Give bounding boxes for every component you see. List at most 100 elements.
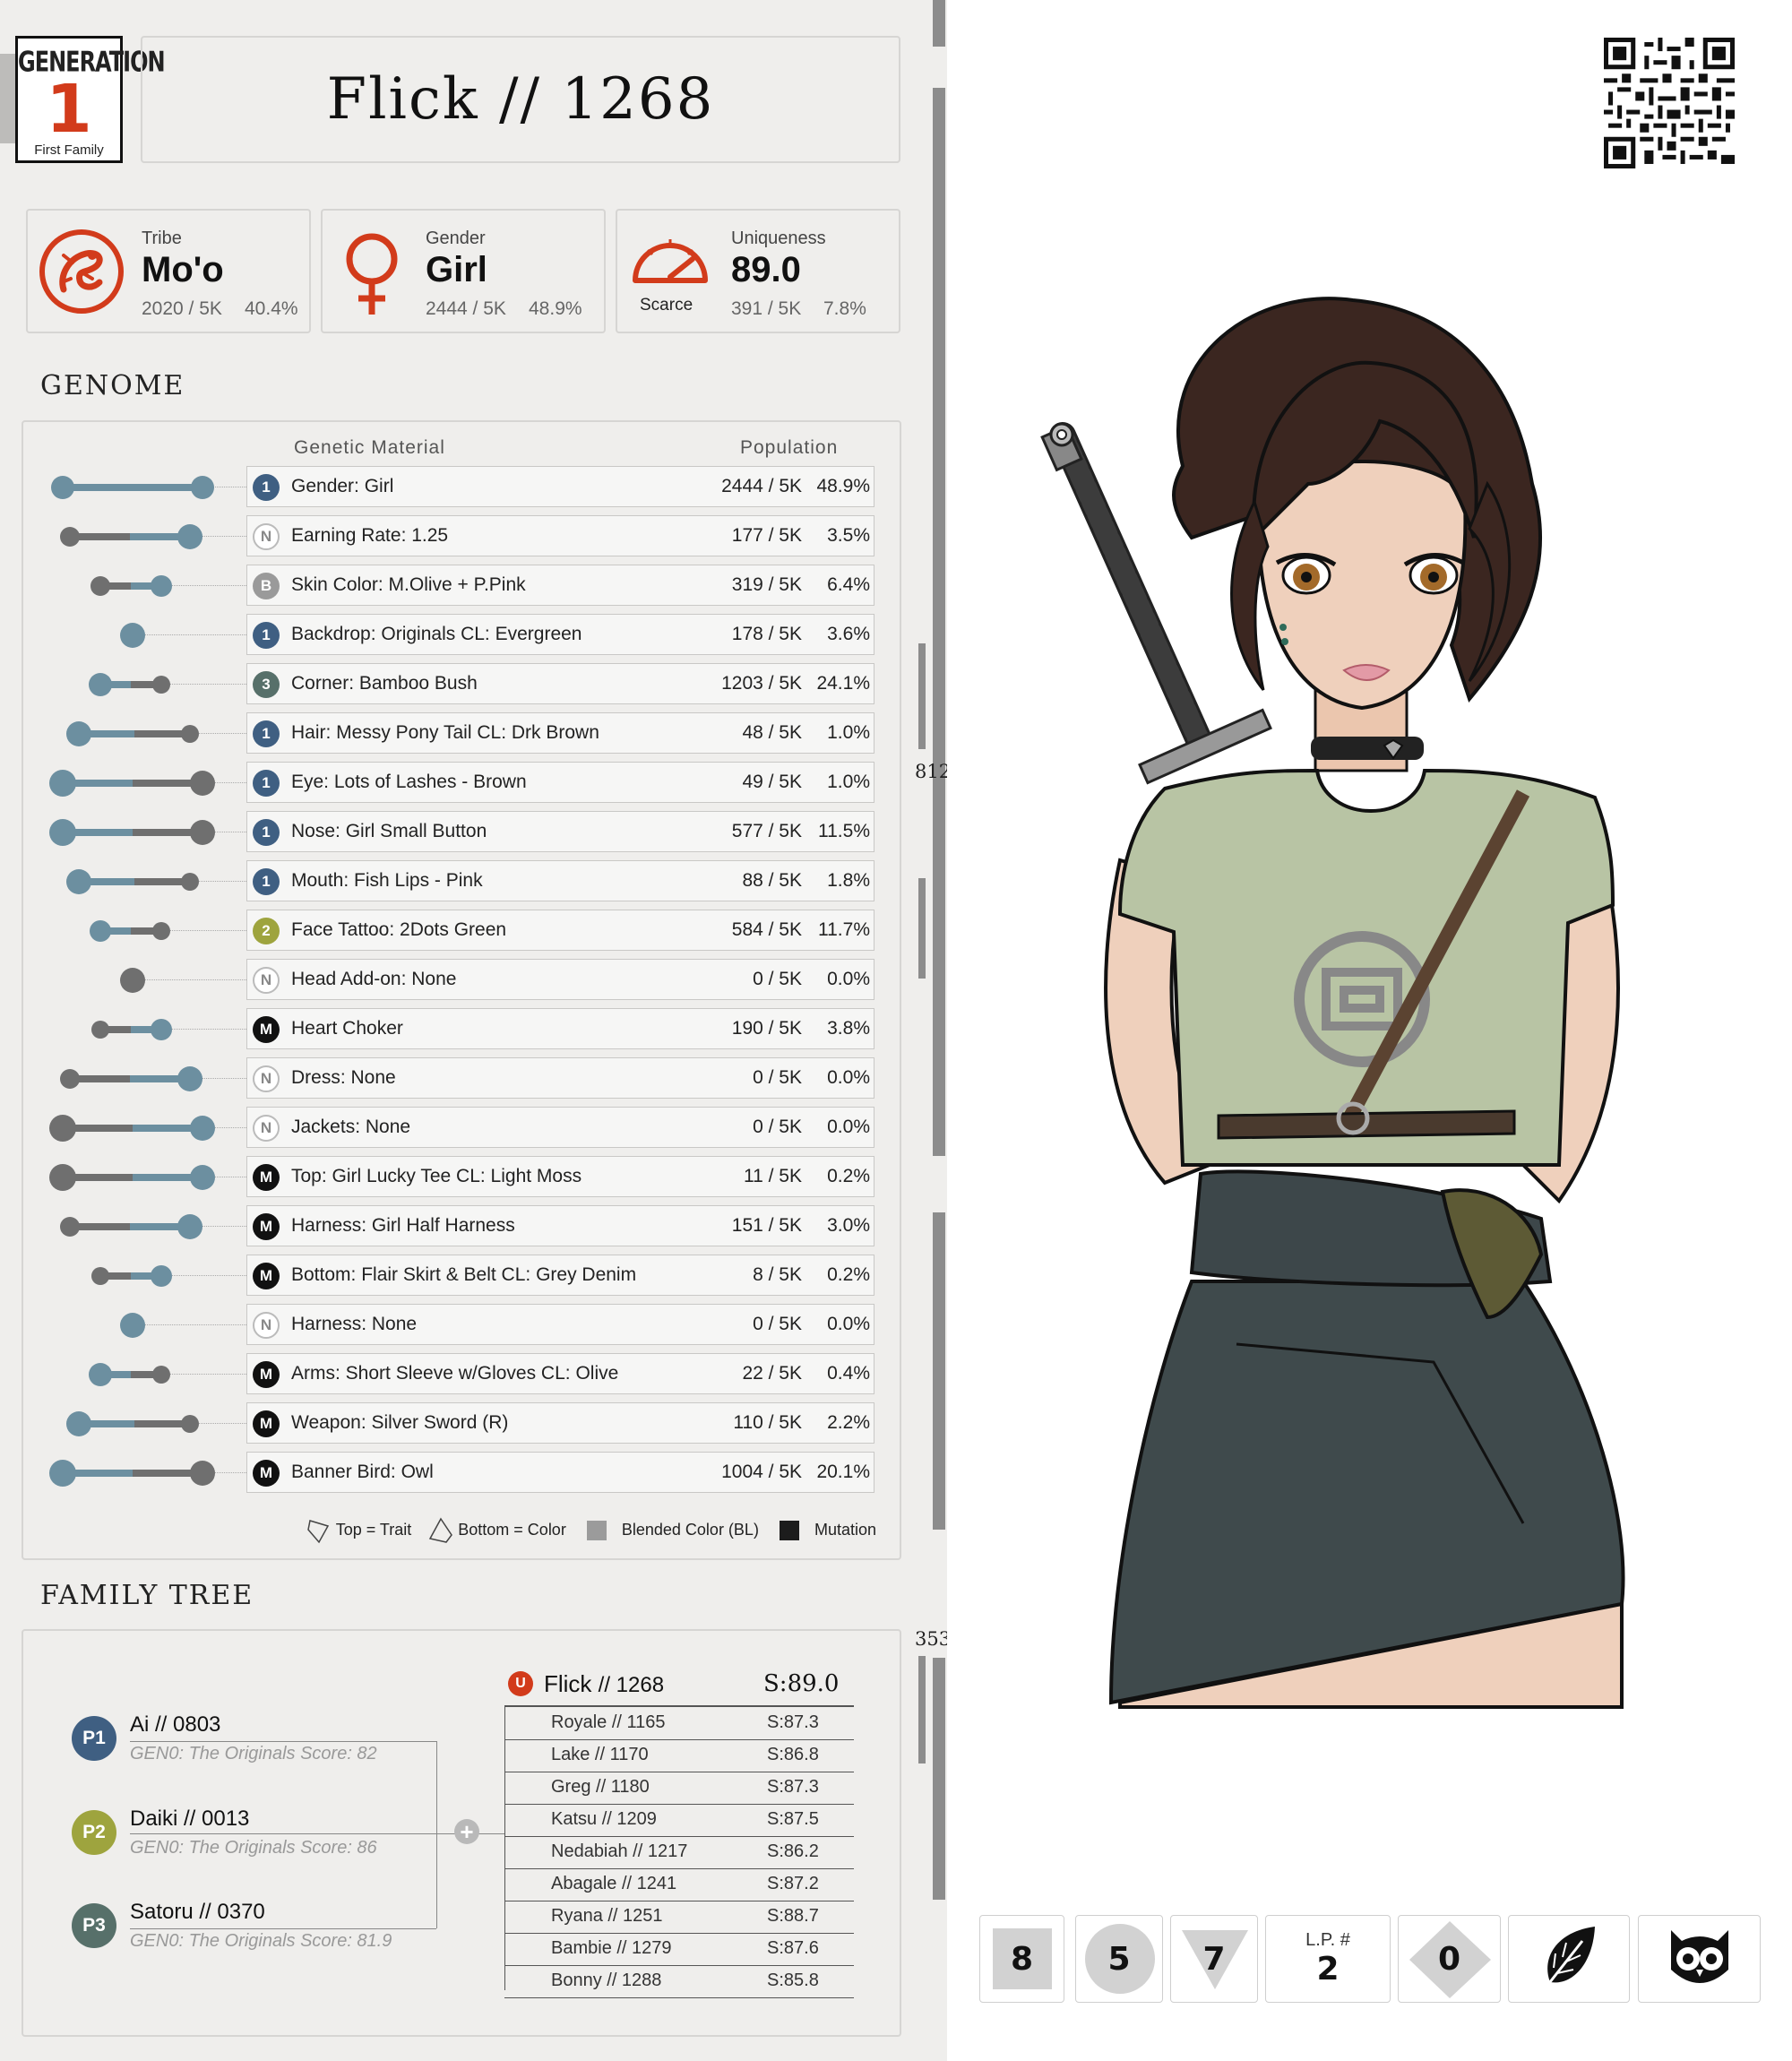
- tree-line: [130, 1741, 436, 1742]
- genome-row[interactable]: M Top: Girl Lucky Tee CL: Light Moss 11 / …: [0, 1156, 947, 1199]
- lp-card[interactable]: L.P. # 2: [1265, 1915, 1391, 2003]
- legend: Top = Trait Bottom = Color Blended Color…: [305, 1517, 876, 1544]
- trait-percent: 3.0%: [827, 1215, 870, 1236]
- genome-row[interactable]: N Earning Rate: 1.25 177 / 5K 3.5%: [0, 515, 947, 558]
- trait-dot: [49, 770, 76, 797]
- diamond-card[interactable]: 0: [1398, 1915, 1501, 2003]
- genome-row[interactable]: M Bottom: Flair Skirt & Belt CL: Grey Den…: [0, 1255, 947, 1298]
- trait-percent: 0.2%: [827, 1166, 870, 1186]
- gender-label: Gender: [426, 229, 486, 248]
- sibling-row[interactable]: Bonny // 1288 S:85.8: [504, 1965, 854, 1998]
- sibling-name: Royale // 1165: [551, 1712, 666, 1732]
- generation-badge-icon: 1: [253, 770, 280, 797]
- parent-2-name[interactable]: Daiki // 0013: [130, 1807, 249, 1832]
- trait-label: Head Add-on: None: [291, 969, 457, 989]
- sibling-row[interactable]: Royale // 1165 S:87.3: [504, 1707, 854, 1740]
- generation-label: GENERATION: [18, 45, 166, 79]
- leaf-icon: [1541, 1927, 1595, 1992]
- self-score: S:89.0: [763, 1670, 840, 1697]
- gender-count: 2444 / 5K: [426, 298, 506, 319]
- genome-row[interactable]: 1 Eye: Lots of Lashes - Brown 49 / 5K 1.0%: [0, 762, 947, 805]
- genome-row[interactable]: 2 Face Tattoo: 2Dots Green 584 / 5K 11.7%: [0, 910, 947, 953]
- sibling-name: Ryana // 1251: [551, 1906, 663, 1926]
- diamond-value: 0: [1437, 1940, 1461, 1978]
- trait-label: Backdrop: Originals CL: Evergreen: [291, 624, 582, 644]
- sibling-row[interactable]: Nedabiah // 1217 S:86.2: [504, 1836, 854, 1869]
- owl-card[interactable]: [1638, 1915, 1761, 2003]
- genome-row[interactable]: 1 Mouth: Fish Lips - Pink 88 / 5K 1.8%: [0, 860, 947, 903]
- scroll-mark: [933, 1658, 945, 1900]
- trait-label: Eye: Lots of Lashes - Brown: [291, 772, 527, 792]
- genome-row[interactable]: N Harness: None 0 / 5K 0.0%: [0, 1304, 947, 1347]
- genome-row[interactable]: 1 Nose: Girl Small Button 577 / 5K 11.5%: [0, 811, 947, 854]
- row-connector: [161, 1374, 246, 1375]
- blended-swatch: [586, 1521, 607, 1540]
- trait-label: Arms: Short Sleeve w/Gloves CL: Olive: [291, 1363, 619, 1384]
- trait-population: 1203 / 5K: [721, 673, 802, 694]
- row-connector: [133, 979, 246, 980]
- right-panel: 8 5 7 L.P. # 2 0: [947, 0, 1792, 2061]
- generation-badge-icon: M: [253, 1263, 280, 1289]
- generation-badge-icon: N: [253, 1065, 280, 1092]
- genome-row[interactable]: M Weapon: Silver Sword (R) 110 / 5K 2.2%: [0, 1402, 947, 1445]
- row-connector: [161, 1029, 246, 1030]
- genome-row[interactable]: M Arms: Short Sleeve w/Gloves CL: Olive 22…: [0, 1353, 947, 1396]
- genome-row[interactable]: 1 Backdrop: Originals CL: Evergreen 178 / …: [0, 614, 947, 657]
- circle-card[interactable]: 5: [1075, 1915, 1163, 2003]
- generation-badge-icon: M: [253, 1213, 280, 1240]
- generation-badge-icon: N: [253, 523, 280, 550]
- color-dot: [151, 1019, 172, 1040]
- leaf-card[interactable]: [1508, 1915, 1630, 2003]
- sibling-score: S:87.3: [767, 1777, 819, 1797]
- trait-percent: 0.0%: [827, 1067, 870, 1088]
- color-dot: [152, 922, 170, 940]
- genome-row[interactable]: M Heart Choker 190 / 5K 3.8%: [0, 1008, 947, 1051]
- trait-population: 11 / 5K: [744, 1166, 802, 1186]
- generation-badge-icon: M: [253, 1164, 280, 1191]
- genome-row[interactable]: N Head Add-on: None 0 / 5K 0.0%: [0, 959, 947, 1002]
- genome-row[interactable]: B Skin Color: M.Olive + P.Pink 319 / 5K 6.4…: [0, 565, 947, 608]
- trait-population: 319 / 5K: [731, 574, 802, 595]
- genome-row[interactable]: 1 Gender: Girl 2444 / 5K 48.9%: [0, 466, 947, 509]
- tree-line: [436, 1741, 437, 1928]
- genome-row[interactable]: 3 Corner: Bamboo Bush 1203 / 5K 24.1%: [0, 663, 947, 706]
- sibling-row[interactable]: Greg // 1180 S:87.3: [504, 1772, 854, 1805]
- sibling-row[interactable]: Ryana // 1251 S:88.7: [504, 1901, 854, 1934]
- trait-population: 190 / 5K: [731, 1018, 802, 1039]
- genome-row[interactable]: M Banner Bird: Owl 1004 / 5K 20.1%: [0, 1452, 947, 1495]
- generation-tab: [0, 54, 15, 143]
- genome-row[interactable]: N Dress: None 0 / 5K 0.0%: [0, 1057, 947, 1100]
- sibling-row[interactable]: Katsu // 1209 S:87.5: [504, 1804, 854, 1837]
- trait-population: 88 / 5K: [742, 870, 802, 891]
- parent-1-sub: GEN0: The Originals Score: 82: [130, 1744, 377, 1763]
- genome-row[interactable]: N Jackets: None 0 / 5K 0.0%: [0, 1107, 947, 1150]
- trait-dot: [49, 1460, 76, 1487]
- trait-population: 0 / 5K: [753, 1314, 802, 1334]
- trait-population: 22 / 5K: [742, 1363, 802, 1384]
- sibling-score: S:87.5: [767, 1809, 819, 1829]
- trait-population: 584 / 5K: [731, 919, 802, 940]
- generation-sub: First Family: [34, 142, 104, 158]
- sibling-name: Nedabiah // 1217: [551, 1841, 688, 1861]
- genome-row[interactable]: M Harness: Girl Half Harness 151 / 5K 3.0%: [0, 1205, 947, 1248]
- parent-3-sub: GEN0: The Originals Score: 81.9: [130, 1931, 392, 1951]
- salamander-icon: [39, 229, 124, 314]
- trait-dot: [49, 1115, 76, 1142]
- trait-percent: 0.0%: [827, 1314, 870, 1334]
- triangle-card[interactable]: 7: [1170, 1915, 1258, 2003]
- trait-label: Heart Choker: [291, 1018, 403, 1039]
- triangle-value: 7: [1202, 1940, 1226, 1978]
- parent-1-name[interactable]: Ai // 0803: [130, 1712, 220, 1738]
- row-connector: [133, 634, 246, 635]
- genome-row[interactable]: 1 Hair: Messy Pony Tail CL: Drk Brown 48 /…: [0, 712, 947, 755]
- square-card[interactable]: 8: [979, 1915, 1064, 2003]
- sibling-row[interactable]: Lake // 1170 S:86.8: [504, 1739, 854, 1772]
- sibling-row[interactable]: Bambie // 1279 S:87.6: [504, 1933, 854, 1966]
- generation-badge-icon: 1: [253, 622, 280, 649]
- color-dot: [190, 820, 215, 845]
- trait-percent: 0.0%: [827, 969, 870, 989]
- trait-dot: [49, 1164, 76, 1191]
- sibling-row[interactable]: Abagale // 1241 S:87.2: [504, 1868, 854, 1901]
- parent-3-name[interactable]: Satoru // 0370: [130, 1900, 265, 1925]
- color-dot: [177, 1214, 202, 1239]
